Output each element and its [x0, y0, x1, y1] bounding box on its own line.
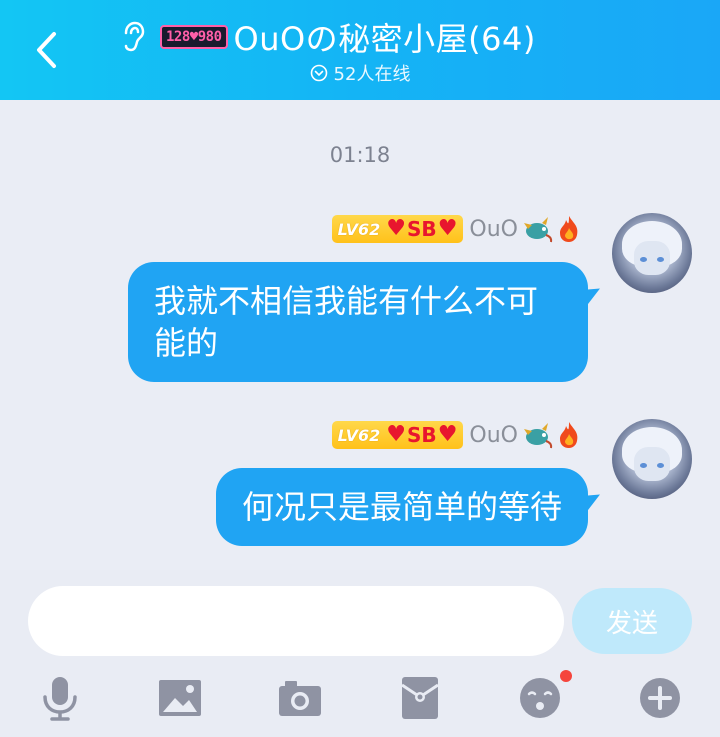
avatar[interactable] — [612, 213, 692, 293]
heart-icon: ♥ — [437, 422, 458, 447]
sender-name[interactable]: OuO — [469, 217, 518, 242]
level-badge: LV62 ♥ SB ♥ — [331, 421, 464, 449]
online-status[interactable]: 52人在线 — [0, 60, 720, 86]
flame-icon — [554, 214, 584, 244]
chat-header: 128♥980 OuOの秘密小屋(64) 52人在线 — [0, 0, 720, 100]
title-tag: SB — [407, 423, 437, 447]
message-bubble[interactable]: 何况只是最简单的等待 — [215, 468, 588, 546]
dragon-icon — [524, 420, 554, 450]
avatar[interactable] — [612, 419, 692, 499]
microphone-icon[interactable] — [36, 674, 84, 722]
chat-toolbar — [0, 670, 720, 737]
chevron-circle-down-icon — [310, 64, 328, 82]
camera-icon[interactable] — [276, 674, 324, 722]
notification-dot — [560, 670, 572, 682]
message-timestamp: 01:18 — [329, 143, 391, 167]
red-packet-icon[interactable] — [396, 674, 444, 722]
flame-icon — [554, 420, 584, 450]
online-count: 52人在线 — [333, 64, 411, 85]
title-tag: SB — [407, 217, 437, 241]
level-badge: LV62 ♥ SB ♥ — [331, 215, 464, 243]
level-label: LV62 — [337, 219, 381, 239]
level-label: LV62 — [337, 425, 381, 445]
ear-icon[interactable] — [120, 20, 150, 54]
heart-icon: ♥ — [386, 216, 407, 241]
message-bubble[interactable]: 我就不相信我能有什么不可 能的 — [128, 262, 588, 382]
group-title: OuOの秘密小屋(64) — [233, 20, 536, 58]
send-button[interactable]: 发送 — [572, 588, 692, 654]
message-text: 能的 — [154, 324, 219, 362]
heart-icon: ♥ — [437, 216, 458, 241]
heart-icon: ♥ — [386, 422, 407, 447]
message-input[interactable] — [28, 586, 564, 656]
dragon-icon — [524, 214, 554, 244]
group-title-row[interactable]: 128♥980 OuOの秘密小屋(64) — [120, 14, 536, 60]
group-badge: 128♥980 — [160, 25, 228, 49]
message-sender-info: LV62 ♥ SB ♥ OuO — [331, 213, 584, 245]
message-text: 我就不相信我能有什么不可 — [154, 282, 539, 320]
input-bar: 发送 — [0, 570, 720, 670]
message-text: 何况只是最简单的等待 — [241, 488, 562, 526]
plus-icon[interactable] — [636, 674, 684, 722]
image-icon[interactable] — [156, 674, 204, 722]
sender-name[interactable]: OuO — [469, 423, 518, 448]
message-sender-info: LV62 ♥ SB ♥ OuO — [331, 419, 584, 451]
emoji-icon[interactable] — [516, 670, 572, 722]
